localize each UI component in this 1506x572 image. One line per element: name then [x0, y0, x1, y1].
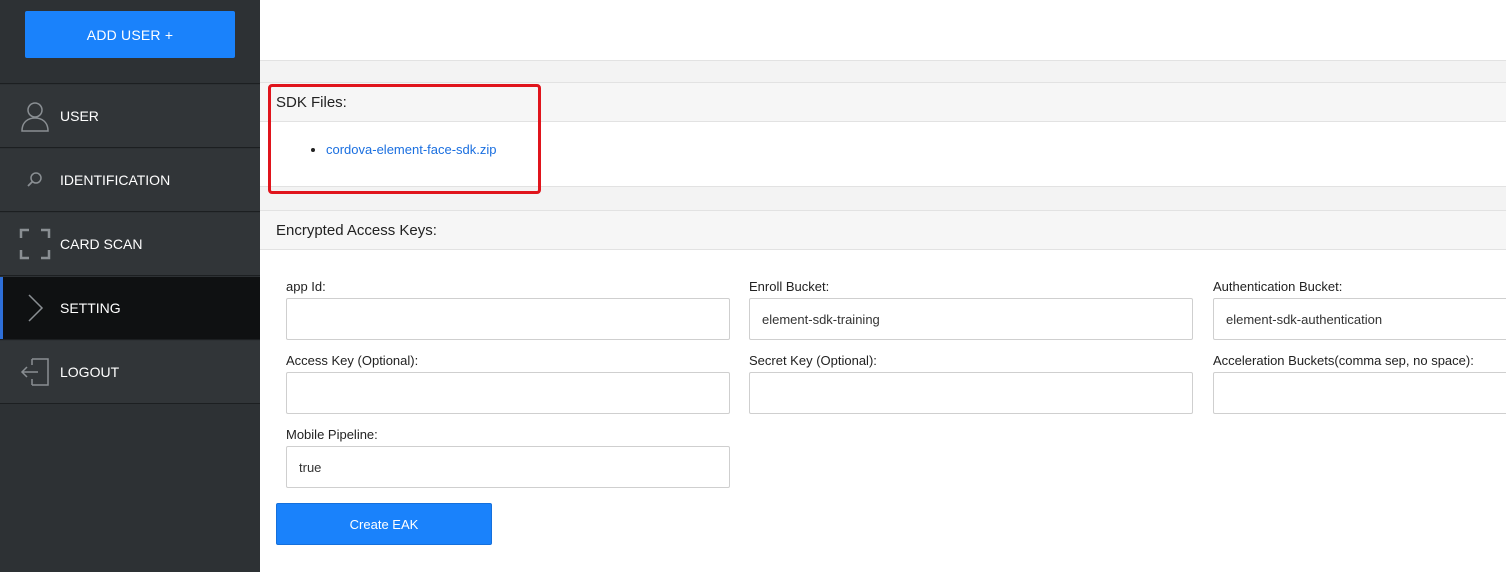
enroll-bucket-field-group: Enroll Bucket:: [749, 278, 1193, 340]
sidebar-item-setting[interactable]: SETTING: [0, 277, 260, 340]
user-icon: [18, 99, 52, 133]
app-id-label: app Id:: [286, 279, 326, 294]
sdk-files-title: SDK Files:: [276, 93, 347, 111]
enroll-bucket-label: Enroll Bucket:: [749, 279, 830, 294]
section-divider: [260, 60, 1506, 82]
app-id-field-group: app Id:: [286, 278, 730, 340]
eak-form: app Id: Enroll Bucket: Authentication Bu…: [260, 250, 1506, 572]
accel-buckets-label: Acceleration Buckets(comma sep, no space…: [1213, 353, 1474, 368]
sidebar: ADD USER + USER IDENTIFICATION CARD SCAN…: [0, 0, 260, 572]
sidebar-item-user[interactable]: USER: [0, 85, 260, 148]
chevron-right-icon: [18, 291, 52, 325]
add-user-area: ADD USER +: [0, 0, 260, 84]
sidebar-item-label: SETTING: [60, 300, 121, 316]
sdk-file-link[interactable]: cordova-element-face-sdk.zip: [326, 142, 497, 157]
sidebar-item-label: IDENTIFICATION: [60, 172, 171, 188]
sidebar-item-logout[interactable]: LOGOUT: [0, 341, 260, 404]
eak-header: Encrypted Access Keys:: [260, 210, 1506, 250]
scan-frame-icon: [18, 227, 52, 261]
auth-bucket-field-group: Authentication Bucket:: [1213, 278, 1506, 340]
enroll-bucket-input[interactable]: [749, 298, 1193, 340]
mobile-pipeline-label: Mobile Pipeline:: [286, 427, 378, 442]
sidebar-item-label: LOGOUT: [60, 364, 120, 380]
secret-key-label: Secret Key (Optional):: [749, 353, 877, 368]
sidebar-item-label: USER: [60, 108, 99, 124]
logout-icon: [18, 355, 52, 389]
sidebar-item-identification[interactable]: IDENTIFICATION: [0, 149, 260, 212]
eak-title: Encrypted Access Keys:: [276, 221, 437, 239]
sidebar-item-label: CARD SCAN: [60, 236, 143, 252]
app-id-input[interactable]: [286, 298, 730, 340]
secret-key-input[interactable]: [749, 372, 1193, 414]
accel-buckets-input[interactable]: [1213, 372, 1506, 414]
secret-key-field-group: Secret Key (Optional):: [749, 352, 1193, 414]
sdk-files-header: SDK Files:: [260, 82, 1506, 122]
top-spacer: [260, 0, 1506, 60]
sidebar-item-card-scan[interactable]: CARD SCAN: [0, 213, 260, 276]
sdk-files-body: cordova-element-face-sdk.zip: [260, 122, 1506, 186]
main-content: SDK Files: cordova-element-face-sdk.zip …: [260, 0, 1506, 572]
auth-bucket-input[interactable]: [1213, 298, 1506, 340]
access-key-label: Access Key (Optional):: [286, 353, 419, 368]
accel-buckets-field-group: Acceleration Buckets(comma sep, no space…: [1213, 352, 1506, 414]
access-key-input[interactable]: [286, 372, 730, 414]
access-key-field-group: Access Key (Optional):: [286, 352, 730, 414]
create-eak-button[interactable]: Create EAK: [276, 503, 492, 545]
search-icon: [18, 163, 52, 197]
mobile-pipeline-input[interactable]: [286, 446, 730, 488]
add-user-button[interactable]: ADD USER +: [25, 11, 235, 58]
auth-bucket-label: Authentication Bucket:: [1213, 279, 1343, 294]
mobile-pipeline-field-group: Mobile Pipeline:: [286, 426, 730, 488]
sdk-file-list: cordova-element-face-sdk.zip: [326, 142, 497, 157]
list-item: cordova-element-face-sdk.zip: [326, 142, 497, 157]
section-divider: [260, 186, 1506, 210]
